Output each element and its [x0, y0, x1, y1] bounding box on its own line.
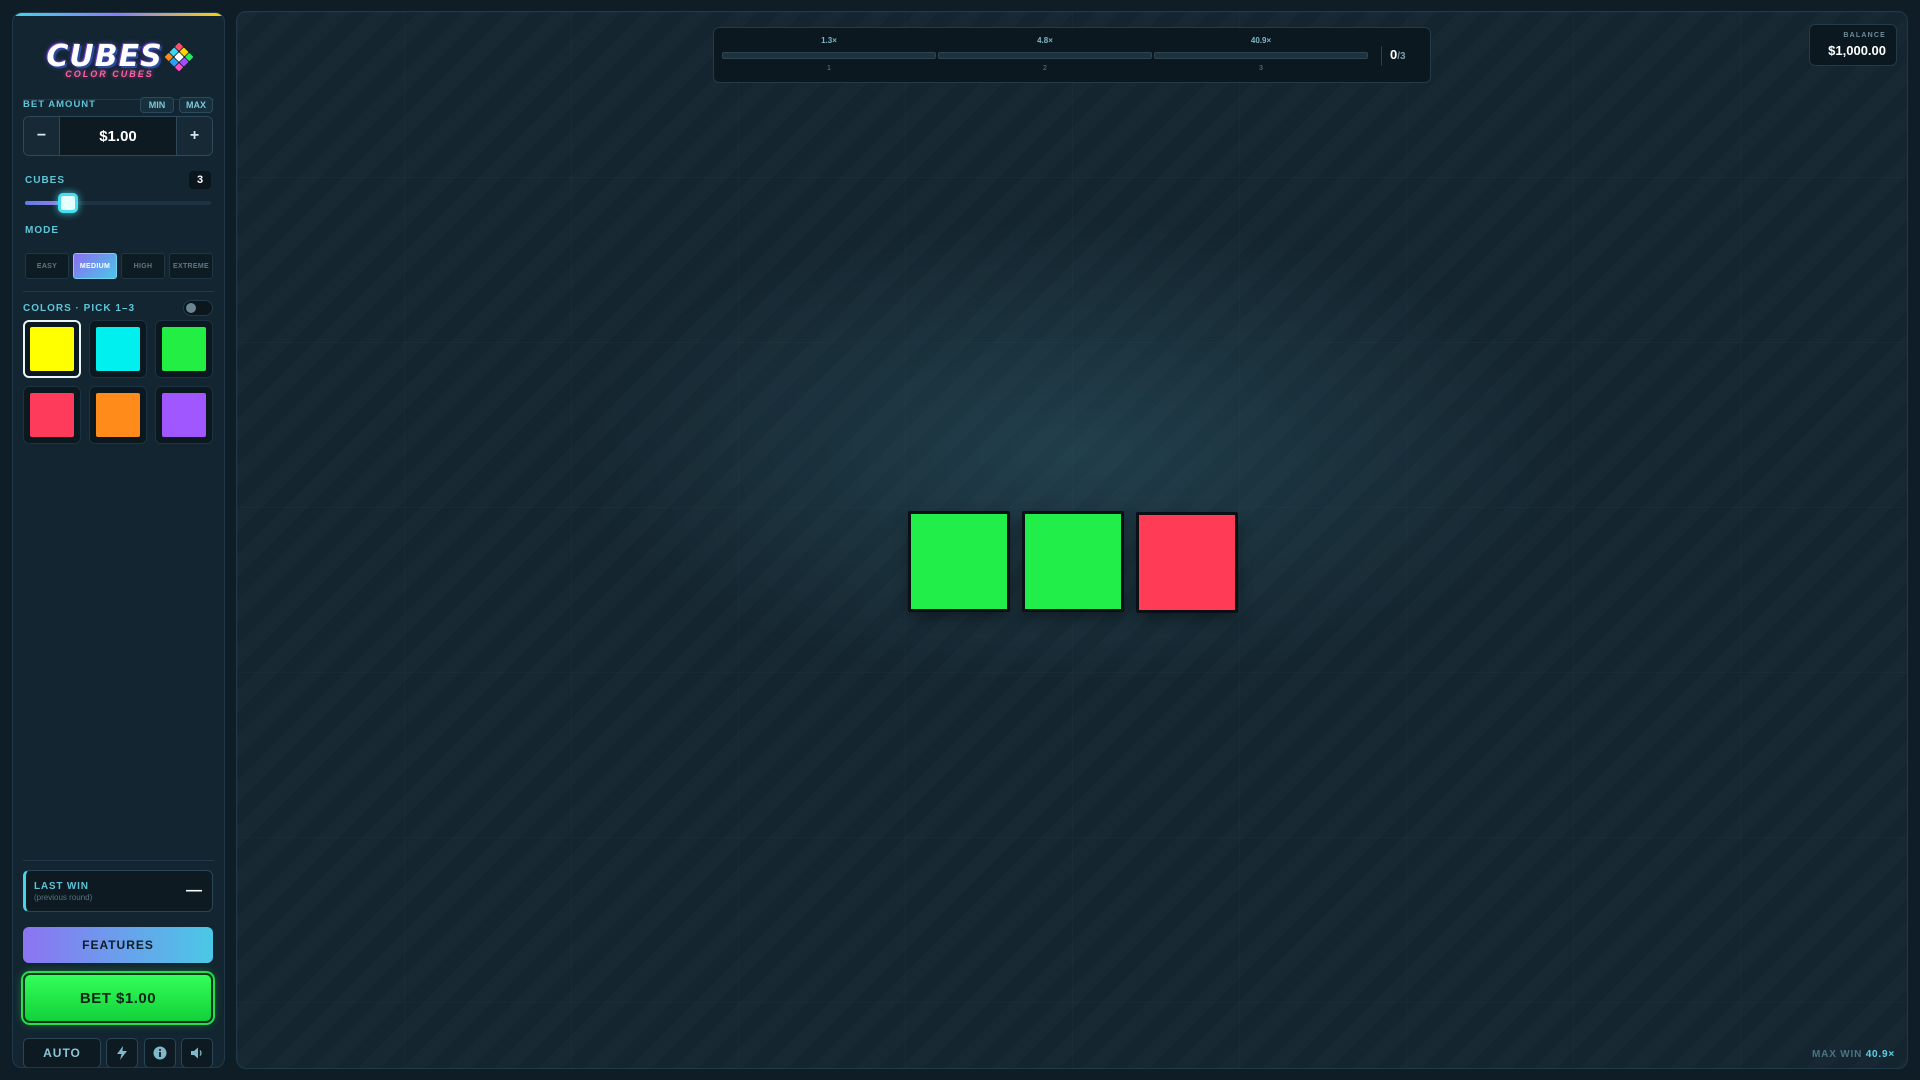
- progress-bar-segment: [1154, 52, 1368, 59]
- divider: [23, 291, 214, 292]
- min-bet-button[interactable]: MIN: [140, 97, 174, 113]
- bet-amount-field: − $1.00 +: [23, 116, 213, 156]
- cubes-label: CUBES: [25, 175, 66, 186]
- speaker-icon: [191, 1047, 202, 1059]
- features-button[interactable]: FEATURES: [23, 927, 213, 963]
- mode-selector: EASY MEDIUM HIGH EXTREME: [25, 253, 213, 279]
- bet-amount-label: BET AMOUNT: [23, 99, 96, 110]
- last-win-title: LAST WIN: [34, 881, 89, 892]
- progress-counter: 0/3: [1390, 47, 1406, 62]
- swatch-fill: [30, 393, 74, 437]
- last-win-subtitle: (previous round): [34, 893, 93, 902]
- info-button[interactable]: [144, 1038, 176, 1067]
- max-win-value: 40.9×: [1865, 1049, 1895, 1060]
- color-swatch-cyan[interactable]: [89, 320, 147, 378]
- progress-multiplier: 4.8×: [1037, 36, 1053, 45]
- bet-button[interactable]: BET $1.00: [23, 973, 213, 1023]
- divider: [23, 860, 214, 861]
- bet-amount-value[interactable]: $1.00: [60, 117, 176, 155]
- mode-medium-button[interactable]: MEDIUM: [73, 253, 117, 279]
- result-cube: [908, 511, 1010, 612]
- lightning-icon: [117, 1046, 127, 1060]
- color-swatch-orange[interactable]: [89, 386, 147, 444]
- progress-step: 1.3× 1: [722, 28, 936, 84]
- balance-label: BALANCE: [1843, 32, 1886, 39]
- progress-multiplier: 40.9×: [1250, 36, 1272, 45]
- swatch-fill: [96, 393, 140, 437]
- mode-high-button[interactable]: HIGH: [121, 253, 165, 279]
- color-swatch-purple[interactable]: [155, 386, 213, 444]
- mode-extreme-button[interactable]: EXTREME: [169, 253, 213, 279]
- cubes-slider-handle[interactable]: [58, 193, 78, 213]
- colors-toggle[interactable]: [183, 300, 213, 316]
- color-swatch-green[interactable]: [155, 320, 213, 378]
- swatch-fill: [162, 393, 206, 437]
- progress-step: 40.9× 3: [1154, 28, 1368, 84]
- progress-step-index: 1: [827, 65, 831, 72]
- max-bet-button[interactable]: MAX: [179, 97, 213, 113]
- swatch-fill: [30, 327, 74, 371]
- game-stage: 1.3× 1 4.8× 2 40.9× 3 0/3 BALANCE $1,000…: [236, 11, 1908, 1069]
- control-sidebar: CUBES COLOR CUBES BET AMOUNT MIN MAX − $…: [12, 12, 225, 1068]
- swatch-fill: [162, 327, 206, 371]
- progress-step-index: 3: [1259, 65, 1263, 72]
- turbo-button[interactable]: [106, 1038, 138, 1067]
- result-cube: [1022, 511, 1124, 612]
- colors-label: COLORS · PICK 1–3: [23, 303, 136, 314]
- progress-step-index: 2: [1043, 65, 1047, 72]
- colors-toggle-knob: [186, 303, 196, 313]
- logo-subtitle: COLOR CUBES: [65, 68, 154, 79]
- info-icon: [153, 1046, 167, 1060]
- mode-easy-button[interactable]: EASY: [25, 253, 69, 279]
- progress-bar-segment: [722, 52, 936, 59]
- progress-separator: [1381, 46, 1382, 66]
- sound-button[interactable]: [181, 1038, 213, 1067]
- mode-label: MODE: [25, 225, 59, 236]
- progress-count-total: /3: [1397, 51, 1406, 62]
- max-win-label: MAX WIN: [1812, 1049, 1863, 1060]
- multiplier-progress: 1.3× 1 4.8× 2 40.9× 3 0/3: [713, 27, 1431, 83]
- last-win-panel: LAST WIN (previous round) —: [23, 870, 213, 912]
- game-logo: CUBES COLOR CUBES: [13, 35, 224, 85]
- increase-bet-button[interactable]: +: [176, 117, 212, 155]
- progress-bar-segment: [938, 52, 1152, 59]
- result-cube: [1136, 512, 1238, 613]
- balance-value: $1,000.00: [1828, 43, 1886, 58]
- cubes-count-badge: 3: [189, 171, 211, 189]
- logo-title: CUBES: [46, 38, 163, 74]
- swatch-fill: [96, 327, 140, 371]
- last-win-value: —: [186, 882, 202, 899]
- progress-multiplier: 1.3×: [821, 36, 837, 45]
- sidebar-accent-line: [13, 13, 224, 16]
- max-win-info: MAX WIN 40.9×: [1812, 1049, 1895, 1060]
- color-swatch-red[interactable]: [23, 386, 81, 444]
- decrease-bet-button[interactable]: −: [24, 117, 60, 155]
- color-swatch-yellow[interactable]: [23, 320, 81, 378]
- balance-panel: BALANCE $1,000.00: [1809, 24, 1897, 66]
- logo-cube-icon: [164, 42, 194, 71]
- progress-step: 4.8× 2: [938, 28, 1152, 84]
- cubes-slider[interactable]: [25, 193, 211, 213]
- auto-button[interactable]: AUTO: [23, 1038, 101, 1067]
